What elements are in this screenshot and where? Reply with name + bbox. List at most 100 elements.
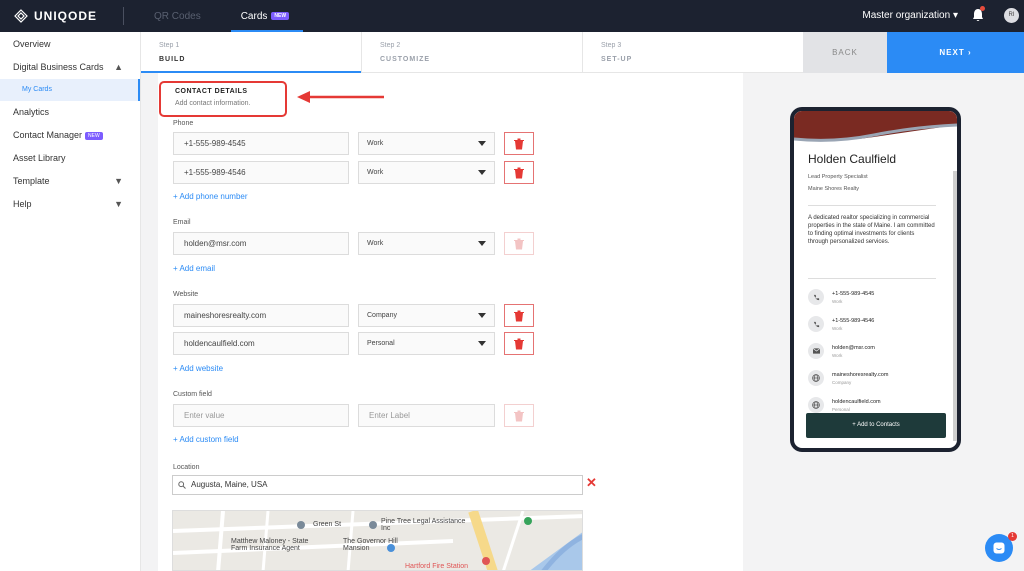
sidebar-item-my-cards[interactable]: My Cards xyxy=(0,79,140,101)
section-title: CONTACT DETAILS xyxy=(175,88,248,95)
globe-icon xyxy=(808,397,824,413)
phone-input[interactable]: +1-555-989-4545 xyxy=(173,132,349,155)
location-map[interactable]: Green St Pine Tree Legal Assistance Inc … xyxy=(172,510,583,571)
step-number: Step 1 xyxy=(159,42,180,49)
sidebar-item-label: My Cards xyxy=(22,86,52,93)
contact-details-highlight: CONTACT DETAILS Add contact information. xyxy=(159,81,287,117)
add-custom-field-label: Add custom field xyxy=(179,435,239,444)
sidebar-item-label: Contact Manager xyxy=(13,130,83,140)
add-to-contacts-button[interactable]: + Add to Contacts xyxy=(806,413,946,438)
preview-contact-item[interactable]: holden@msr.com Work xyxy=(808,343,948,363)
website-type-select[interactable]: Personal xyxy=(358,332,495,355)
custom-value-input[interactable]: Enter value xyxy=(173,404,349,427)
custom-label-input[interactable]: Enter Label xyxy=(358,404,495,427)
trash-icon xyxy=(514,167,524,178)
logo-icon xyxy=(14,9,28,23)
add-website-link[interactable]: + Add website xyxy=(173,364,223,373)
caret-down-icon xyxy=(478,170,486,175)
chat-badge: 1 xyxy=(1008,532,1017,541)
preview-divider xyxy=(808,278,936,279)
add-phone-label: Add phone number xyxy=(179,192,248,201)
section-subtitle: Add contact information. xyxy=(175,100,251,107)
tab-qr-codes[interactable]: QR Codes xyxy=(154,11,201,22)
preview-item-type: Personal xyxy=(832,407,850,412)
delete-phone-button[interactable] xyxy=(504,132,534,155)
delete-phone-button[interactable] xyxy=(504,161,534,184)
new-badge: NEW xyxy=(271,11,290,20)
trash-icon xyxy=(514,410,524,421)
caret-down-icon xyxy=(478,313,486,318)
website-input[interactable]: holdencaulfield.com xyxy=(173,332,349,355)
select-value: Work xyxy=(367,240,384,247)
caret-down-icon xyxy=(478,141,486,146)
website-input[interactable]: maineshoresrealty.com xyxy=(173,304,349,327)
add-email-link[interactable]: + Add email xyxy=(173,264,215,273)
mail-icon xyxy=(808,343,824,359)
preview-contact-item[interactable]: +1-555-989-4546 Work xyxy=(808,316,948,336)
org-selector[interactable]: Master organization ▾ xyxy=(862,10,958,21)
preview-bio: A dedicated realtor specializing in comm… xyxy=(808,215,935,245)
back-button[interactable]: BACK xyxy=(803,32,887,73)
topbar-divider xyxy=(123,7,125,25)
chevron-down-icon: ▾ xyxy=(952,10,958,21)
add-custom-field-link[interactable]: + Add custom field xyxy=(173,435,239,444)
sidebar-item-help[interactable]: Help ▼ xyxy=(0,193,140,216)
preview-item-type: Work xyxy=(832,326,843,331)
sidebar-item-analytics[interactable]: Analytics xyxy=(0,101,140,124)
step-build[interactable]: Step 1 BUILD xyxy=(141,32,361,73)
preview-contact-item[interactable]: maineshoresrealty.com Company xyxy=(808,370,948,390)
delete-email-button[interactable] xyxy=(504,232,534,255)
location-input[interactable]: Augusta, Maine, USA xyxy=(172,475,583,495)
sidebar-item-asset-library[interactable]: Asset Library xyxy=(0,147,140,170)
contact-form: CONTACT DETAILS Add contact information.… xyxy=(158,73,743,571)
trash-icon xyxy=(514,338,524,349)
chevron-up-icon: ▲ xyxy=(114,62,123,72)
delete-website-button[interactable] xyxy=(504,332,534,355)
globe-icon xyxy=(808,370,824,386)
trash-icon xyxy=(514,238,524,249)
notification-dot xyxy=(980,6,985,11)
logo[interactable]: UNIQODE xyxy=(14,9,97,23)
step-title: CUSTOMIZE xyxy=(380,56,431,63)
sidebar-item-overview[interactable]: Overview xyxy=(0,33,140,56)
phone-type-select[interactable]: Work xyxy=(358,161,495,184)
preview-divider xyxy=(808,205,936,206)
preview-contact-item[interactable]: +1-555-989-4545 Work xyxy=(808,289,948,309)
top-bar: UNIQODE QR Codes Cards NEW Master organiz… xyxy=(0,0,1024,32)
select-value: Work xyxy=(367,140,384,147)
step-customize[interactable]: Step 2 CUSTOMIZE xyxy=(362,32,582,73)
preview-scrollbar[interactable] xyxy=(953,171,957,441)
sidebar: Overview Digital Business Cards ▲ My Card… xyxy=(0,32,141,571)
custom-field-label: Custom field xyxy=(173,391,212,398)
delete-custom-button[interactable] xyxy=(504,404,534,427)
sidebar-item-digital-business-cards[interactable]: Digital Business Cards ▲ xyxy=(0,56,140,79)
new-badge: NEW xyxy=(85,132,103,140)
tab-cards-label: Cards xyxy=(240,10,268,22)
website-type-select[interactable]: Company xyxy=(358,304,495,327)
map-label: Green St xyxy=(313,521,342,528)
preview-item-value: +1-555-989-4546 xyxy=(832,318,875,324)
add-phone-link[interactable]: + Add phone number xyxy=(173,192,248,201)
sidebar-item-contact-manager[interactable]: Contact Manager NEW xyxy=(0,124,140,147)
email-input[interactable]: holden@msr.com xyxy=(173,232,349,255)
phone-type-select[interactable]: Work xyxy=(358,132,495,155)
sidebar-item-label: Analytics xyxy=(13,107,50,117)
next-button[interactable]: NEXT › xyxy=(887,32,1024,73)
email-type-select[interactable]: Work xyxy=(358,232,495,255)
chevron-down-icon: ▼ xyxy=(114,199,123,209)
step-setup[interactable]: Step 3 SET-UP xyxy=(583,32,803,73)
clear-location-icon[interactable]: ✕ xyxy=(586,475,597,491)
chat-icon xyxy=(993,542,1005,554)
phone-label: Phone xyxy=(173,120,194,127)
sidebar-item-label: Digital Business Cards xyxy=(13,62,104,72)
trash-icon xyxy=(514,310,524,321)
avatar[interactable]: RI xyxy=(1004,8,1019,23)
phone-icon xyxy=(808,316,824,332)
tab-cards[interactable]: Cards NEW xyxy=(230,10,304,32)
sidebar-item-template[interactable]: Template ▼ xyxy=(0,170,140,193)
sidebar-item-label: Asset Library xyxy=(13,153,66,163)
delete-website-button[interactable] xyxy=(504,304,534,327)
select-value: Company xyxy=(367,312,397,319)
phone-input[interactable]: +1-555-989-4546 xyxy=(173,161,349,184)
map-label: Hartford Fire Station xyxy=(405,563,469,570)
